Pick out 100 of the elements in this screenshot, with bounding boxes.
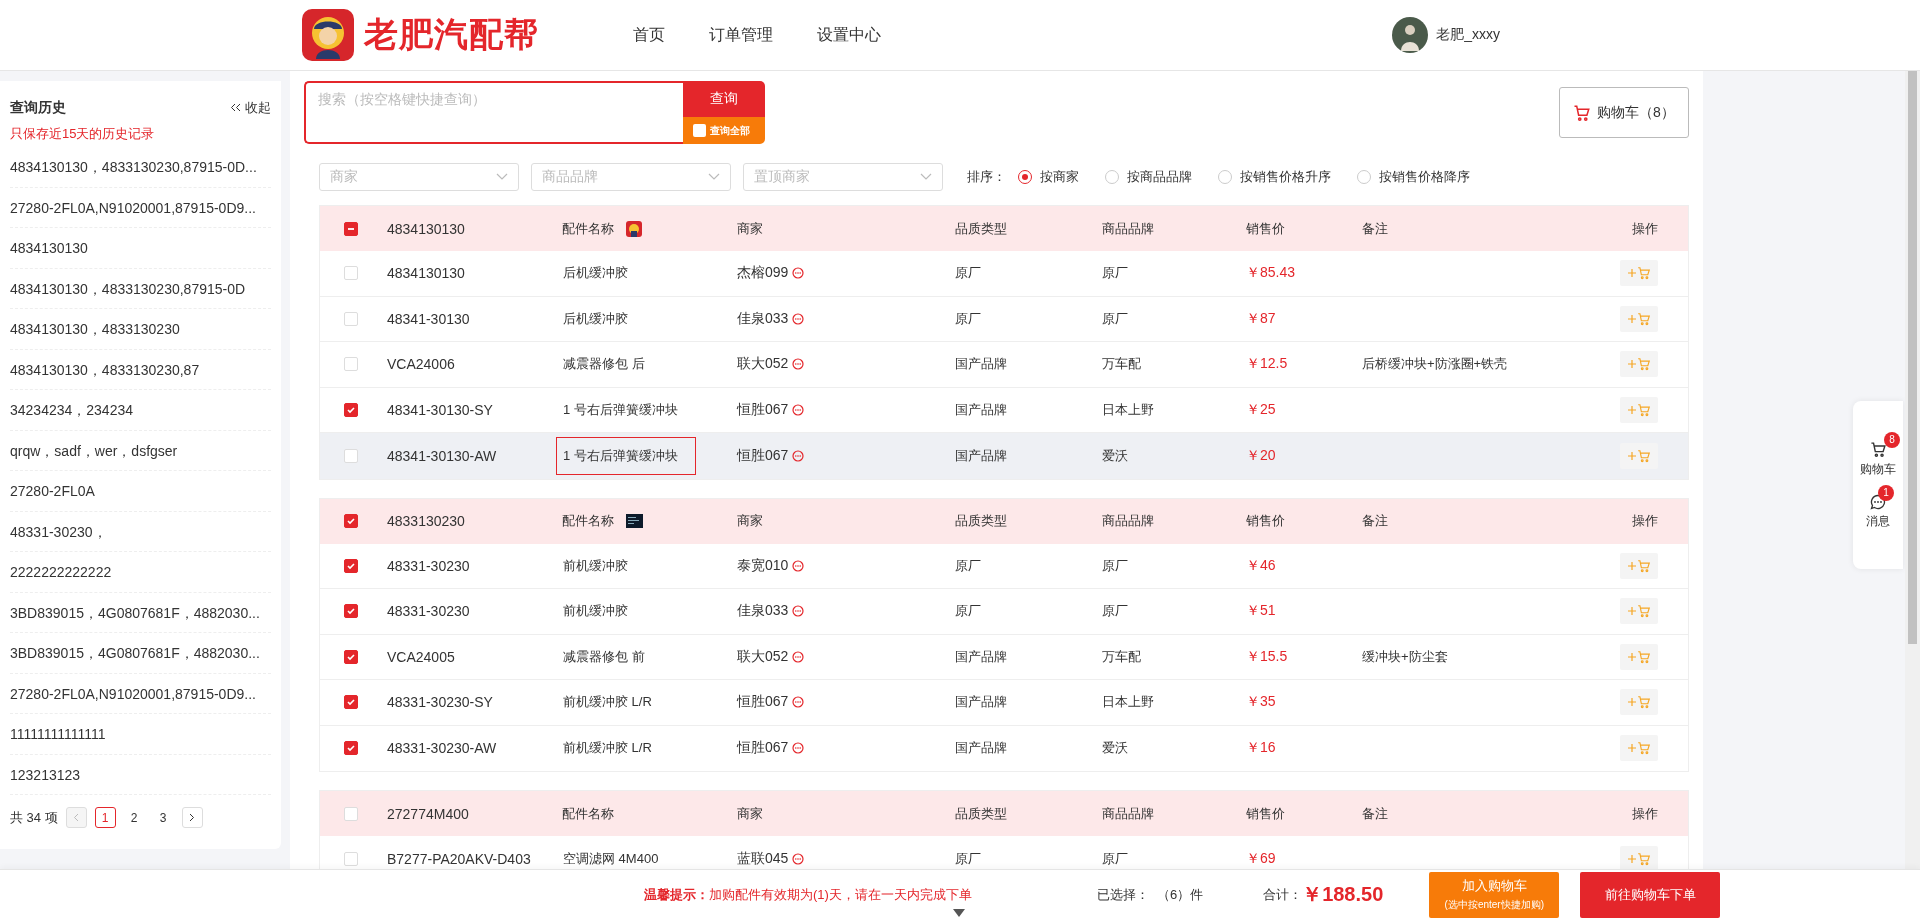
table-cell-text: 爱沃 [1102, 739, 1129, 758]
table-cell-text: 原厂 [1102, 264, 1129, 283]
table-cell-text: 原厂 [955, 264, 982, 283]
checkbox[interactable] [343, 402, 358, 417]
column-heading: 商家 [737, 219, 764, 238]
checkbox[interactable] [343, 558, 358, 573]
history-item[interactable]: 2222222222222 [10, 552, 271, 593]
total-label: 合计： [1263, 885, 1303, 904]
checkbox[interactable] [343, 649, 358, 664]
table-cell-text: 48341-30130-SY [387, 401, 494, 418]
history-item[interactable]: 4834130130，4833130230 [10, 309, 271, 350]
table-cell-text: 万车配 [1102, 355, 1142, 374]
part-number-heading: 4834130130 [387, 220, 466, 237]
column-heading: 操作 [1632, 512, 1658, 530]
chevron-down-icon[interactable] [952, 908, 966, 918]
checkbox[interactable] [343, 514, 358, 528]
history-item[interactable]: 4834130130 [10, 228, 271, 269]
collapse-link[interactable]: 收起 [230, 99, 271, 117]
column-heading: 销售价 [1246, 804, 1286, 823]
table-cell: 联大052 [737, 355, 789, 374]
search-field[interactable]: 搜索（按空格键快捷查询） [304, 81, 683, 144]
chat-icon[interactable] [792, 650, 805, 663]
plus-icon [1627, 698, 1636, 707]
history-item[interactable]: qrqw，sadf，wer，dsfgser [10, 430, 271, 471]
history-item[interactable]: 3BD839015，4G0807681F，4882030... [10, 633, 271, 674]
plus-icon [1627, 744, 1636, 753]
chat-icon[interactable] [792, 449, 805, 462]
chat-icon[interactable] [792, 312, 805, 325]
history-item[interactable]: 11111111111111 [10, 714, 271, 755]
scrollbar[interactable] [1905, 71, 1920, 869]
check-icon [345, 560, 356, 571]
cart-icon [1636, 402, 1651, 417]
sort-option[interactable]: 按商品品牌 [1105, 168, 1192, 186]
table-cell-text: 4834130130 [387, 265, 466, 282]
column-heading: 商家 [737, 512, 764, 530]
table-cell-text: 前机缓冲胶 [562, 602, 629, 621]
table-cell-text: 原厂 [955, 849, 982, 868]
table-cell-text: 前机缓冲胶 L/R [562, 739, 653, 758]
history-item[interactable]: 4834130130，4833130230,87915-0D... [10, 147, 271, 188]
chat-icon[interactable] [792, 605, 805, 618]
chat-icon[interactable] [792, 559, 805, 572]
checkbox[interactable] [343, 741, 358, 756]
chevron-right-icon [189, 813, 196, 822]
table-row[interactable]: 48341-30130-AW 1 号右后弹簧缓冲块 恒胜067 国产品牌 爱沃 ￥20 [320, 433, 1688, 479]
cart-icon [1636, 558, 1651, 573]
cart-button[interactable]: 购物车（8） [1559, 87, 1689, 138]
table-cell-text: 48331-30230 [387, 557, 471, 574]
chat-icon[interactable] [792, 852, 805, 865]
chat-icon[interactable] [792, 742, 805, 755]
checkbox[interactable] [343, 604, 358, 619]
check-icon [345, 743, 356, 754]
avatar[interactable] [1392, 17, 1429, 53]
chevron-left-icon [73, 813, 80, 822]
history-item[interactable]: 48331-30230， [10, 511, 271, 552]
history-item[interactable]: 123213123 [10, 754, 271, 795]
page-button[interactable]: 1 [94, 807, 116, 828]
column-heading: 备注 [1362, 804, 1389, 823]
column-heading: 品质类型 [955, 804, 1008, 823]
check-icon [345, 697, 356, 708]
search-button[interactable]: 查询 [683, 81, 765, 117]
cart-icon [1869, 440, 1887, 458]
nav-link[interactable]: 首页 [633, 24, 665, 46]
history-item[interactable]: 34234234，234234 [10, 390, 271, 431]
sort-option[interactable]: 按商家 [1018, 168, 1079, 186]
plus-icon [1627, 652, 1636, 661]
table-cell-text: 前机缓冲胶 L/R [562, 693, 653, 712]
check-icon [345, 404, 356, 415]
table-cell: 恒胜067 [737, 693, 789, 712]
history-item[interactable]: 27280-2FL0A [10, 471, 271, 512]
history-item[interactable]: 27280-2FL0A,N91020001,87915-0D9... [10, 187, 271, 228]
check-icon [345, 516, 356, 526]
column-heading: 备注 [1362, 219, 1389, 238]
chat-icon[interactable] [792, 358, 805, 371]
cart-icon [1636, 649, 1651, 664]
table-cell: 恒胜067 [737, 400, 789, 419]
history-notice: 只保存近15天的历史记录 [10, 125, 156, 143]
history-item[interactable]: 4834130130，4833130230,87 [10, 349, 271, 390]
chat-icon[interactable] [792, 267, 805, 280]
panel-title: 查询历史 [10, 99, 66, 117]
checkbox[interactable] [343, 695, 358, 710]
nav-link[interactable]: 订单管理 [709, 24, 773, 46]
history-item[interactable]: 3BD839015，4G0807681F，4882030... [10, 592, 271, 633]
toolbar-label[interactable]: 购物车 [1860, 460, 1896, 478]
table-cell-text: 1 号右后弹簧缓冲块 [562, 400, 679, 419]
selected-count: （6）件 [1156, 885, 1204, 904]
sort-option[interactable]: 按销售价格升序 [1218, 168, 1331, 186]
chevron-down-icon [920, 173, 932, 181]
toolbar-label[interactable]: 消息 [1866, 512, 1890, 530]
table-cell: 佳泉033 [737, 602, 789, 621]
history-item[interactable]: 27280-2FL0A,N91020001,87915-0D9... [10, 673, 271, 714]
nav-link[interactable]: 设置中心 [817, 24, 881, 46]
history-item[interactable]: 4834130130，4833130230,87915-0D [10, 268, 271, 309]
table-cell-text: 48331-30230-SY [387, 694, 494, 711]
table-cell-text: 日本上野 [1102, 693, 1155, 712]
column-heading: 品质类型 [955, 219, 1008, 238]
chat-icon[interactable] [792, 403, 805, 416]
check-icon [345, 651, 356, 662]
chat-icon[interactable] [792, 696, 805, 709]
sort-option[interactable]: 按销售价格降序 [1357, 168, 1470, 186]
checkout-button[interactable]: 前往购物车下单 [1580, 871, 1721, 918]
